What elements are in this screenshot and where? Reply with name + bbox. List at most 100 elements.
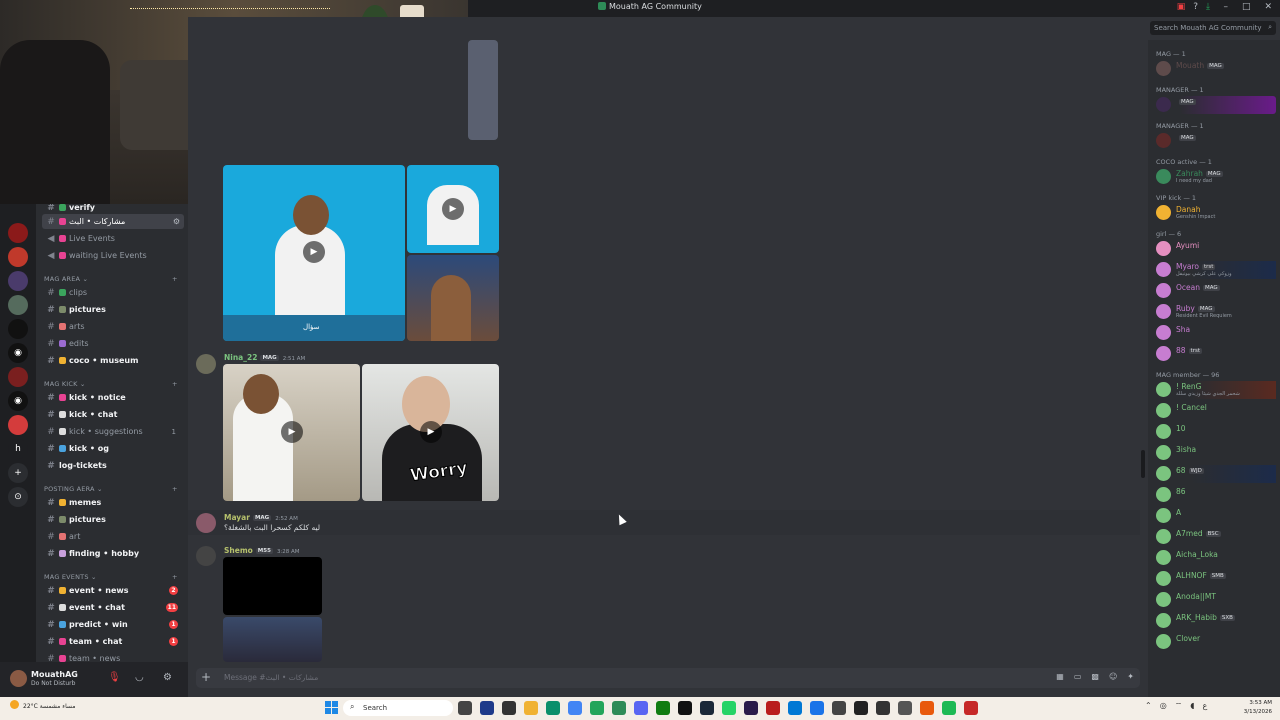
channel-item[interactable]: # arts: [42, 319, 184, 334]
channel-item[interactable]: # finding • hobby: [42, 546, 184, 561]
channel-item[interactable]: # team • chat 1: [42, 634, 184, 649]
video-attachment[interactable]: ▶ Worry: [362, 364, 499, 501]
member-item[interactable]: 88 trst: [1156, 345, 1276, 363]
explore-icon[interactable]: ⊙: [8, 487, 28, 507]
play-icon[interactable]: ▶: [420, 421, 442, 443]
server-icon[interactable]: [8, 319, 28, 339]
member-item[interactable]: Aicha_Loka: [1156, 549, 1276, 567]
add-attachment-icon[interactable]: +: [201, 670, 211, 684]
play-icon[interactable]: ▶: [303, 241, 325, 263]
app-icon[interactable]: [612, 701, 626, 715]
channel-item[interactable]: # predict • win 1: [42, 617, 184, 632]
member-item[interactable]: 3isha: [1156, 444, 1276, 462]
channel-item[interactable]: # pictures: [42, 512, 184, 527]
app-icon[interactable]: [480, 701, 494, 715]
member-item[interactable]: ! Cancel: [1156, 402, 1276, 420]
taskview-icon[interactable]: [458, 701, 472, 715]
chat-scrollbar[interactable]: [1141, 450, 1145, 478]
message-author[interactable]: Mayar MAG 2:52 AM: [224, 513, 298, 522]
server-icon[interactable]: [8, 415, 28, 435]
member-item[interactable]: Clover: [1156, 633, 1276, 651]
chrome-icon[interactable]: [568, 701, 582, 715]
category-posting-aera[interactable]: POSTING AERA ⌄ +: [44, 485, 177, 493]
close-icon[interactable]: ✕: [1264, 2, 1272, 12]
apps-icon[interactable]: ✦: [1127, 672, 1134, 681]
add-channel-icon[interactable]: +: [172, 573, 178, 581]
discord-icon[interactable]: [634, 701, 648, 715]
member-item[interactable]: ARK_Habib SXB: [1156, 612, 1276, 630]
image-attachment[interactable]: [468, 40, 498, 140]
avatar[interactable]: [196, 513, 216, 533]
avatar[interactable]: [10, 670, 27, 687]
app-icon[interactable]: [678, 701, 692, 715]
add-server-icon[interactable]: +: [8, 463, 28, 483]
server-icon[interactable]: [8, 247, 28, 267]
emoji-icon[interactable]: ☺: [1109, 672, 1117, 681]
settings-icon[interactable]: ⚙: [163, 672, 172, 683]
channel-item[interactable]: # coco • museum: [42, 353, 184, 368]
category-mag-kick[interactable]: MAG KICK ⌄ +: [44, 380, 177, 388]
gift-icon[interactable]: ▦: [1056, 672, 1064, 681]
channel-active[interactable]: # مشاركات • البث ⚙: [42, 214, 184, 229]
app-icon[interactable]: [964, 701, 978, 715]
video-attachment[interactable]: ▶: [223, 364, 360, 501]
member-item[interactable]: ALHNOF SMB: [1156, 570, 1276, 588]
channel-item[interactable]: # pictures: [42, 302, 184, 317]
eye-icon[interactable]: ◉: [8, 391, 28, 411]
channel-item[interactable]: # log-tickets: [42, 458, 184, 473]
chevron-up-icon[interactable]: ⌃: [1145, 701, 1152, 711]
member-item[interactable]: Ruby MAG Resident Evil Requiem: [1156, 303, 1276, 321]
video-attachment[interactable]: [223, 557, 322, 615]
network-icon[interactable]: ⌔: [1175, 701, 1183, 711]
member-item[interactable]: Anoda||MT: [1156, 591, 1276, 609]
member-item[interactable]: Myaro trst وزوكي على كرشي بيوتيفل: [1156, 261, 1276, 279]
app-icon[interactable]: [766, 701, 780, 715]
xbox-icon[interactable]: [656, 701, 670, 715]
member-item[interactable]: Zahrah MAG I need my dad: [1156, 168, 1276, 186]
play-icon[interactable]: ▶: [281, 421, 303, 443]
server-icon[interactable]: [8, 223, 28, 243]
member-item[interactable]: Mouath MAG: [1156, 60, 1276, 78]
channel-item[interactable]: # kick • chat: [42, 407, 184, 422]
folder-icon[interactable]: [524, 701, 538, 715]
gif-icon[interactable]: ▭: [1074, 672, 1082, 681]
member-item[interactable]: Sha: [1156, 324, 1276, 342]
message-author[interactable]: Shemo M55 3:28 AM: [224, 546, 300, 555]
channel-item[interactable]: # kick • og: [42, 441, 184, 456]
category-mag-events[interactable]: MAG EVENTS ⌄ +: [44, 573, 177, 581]
app-icon[interactable]: [898, 701, 912, 715]
premiere-icon[interactable]: [744, 701, 758, 715]
channel-item[interactable]: # event • news 2: [42, 583, 184, 598]
member-item[interactable]: Ocean MAG: [1156, 282, 1276, 300]
app-icon[interactable]: [920, 701, 934, 715]
channel-item[interactable]: # team • news: [42, 651, 184, 662]
add-channel-icon[interactable]: +: [172, 275, 178, 283]
member-item[interactable]: Danah Genshin Impact: [1156, 204, 1276, 222]
member-item[interactable]: Ayumi: [1156, 240, 1276, 258]
video-attachment[interactable]: ▶ سؤال: [223, 165, 405, 341]
server-icon[interactable]: [8, 367, 28, 387]
chrome-icon[interactable]: [590, 701, 604, 715]
eye-icon[interactable]: ◉: [8, 343, 28, 363]
weather-widget[interactable]: 22°C مساء مشمسة: [10, 700, 75, 710]
channel-item[interactable]: # kick • notice: [42, 390, 184, 405]
taskbar-search[interactable]: ⌕ Search: [343, 700, 453, 716]
video-attachment[interactable]: ▶: [407, 165, 499, 253]
obs-icon[interactable]: [854, 701, 868, 715]
outlook-icon[interactable]: [788, 701, 802, 715]
channel-item[interactable]: # memes: [42, 495, 184, 510]
language-icon[interactable]: ع: [1202, 701, 1207, 711]
app-tray-icon[interactable]: ◎: [1160, 701, 1167, 711]
server-icon[interactable]: h: [8, 439, 28, 459]
member-item[interactable]: MAG: [1156, 132, 1276, 150]
category-mag-area[interactable]: MAG AREA ⌄ +: [44, 275, 177, 283]
clock[interactable]: 3:53 AM 3/13/2026: [1238, 699, 1272, 717]
message-composer[interactable]: + Message #مشاركات • البث ▦ ▭ ▩ ☺ ✦: [196, 668, 1140, 688]
edge-icon[interactable]: [546, 701, 560, 715]
member-item[interactable]: 68 WJD: [1156, 465, 1276, 483]
server-icon[interactable]: [8, 295, 28, 315]
image-attachment[interactable]: [223, 617, 322, 662]
headphones-icon[interactable]: ◡: [135, 672, 144, 683]
app-icon[interactable]: [876, 701, 890, 715]
member-item[interactable]: MAG: [1156, 96, 1276, 114]
